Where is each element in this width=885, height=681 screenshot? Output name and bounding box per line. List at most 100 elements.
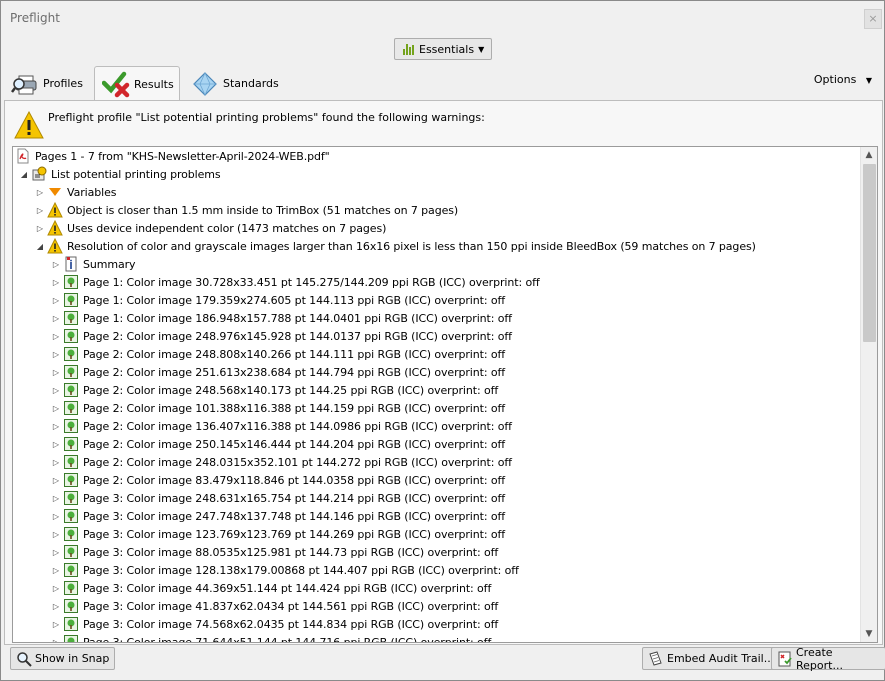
expand-icon[interactable]: ▷ [49,602,63,611]
expand-icon[interactable]: ▷ [49,494,63,503]
tree-image-row[interactable]: ▷ Page 3: Color image 74.568x62.0435 pt 1… [13,615,861,633]
collapse-icon[interactable]: ◢ [17,170,31,179]
tree-warning-item[interactable]: ▷ Object is closer than 1.5 mm inside to… [13,201,861,219]
warning-icon [14,111,44,139]
expand-icon[interactable]: ▷ [49,566,63,575]
document-stack-icon [649,650,662,666]
expand-icon[interactable]: ▷ [49,386,63,395]
tree-image-row[interactable]: ▷ Page 3: Color image 247.748x137.748 pt … [13,507,861,525]
tree-warning-label: Object is closer than 1.5 mm inside to T… [67,203,459,217]
tree-summary-label: Summary [83,257,136,271]
tree-image-row[interactable]: ▷ Page 1: Color image 179.359x274.605 pt … [13,291,861,309]
tab-profiles[interactable]: Profiles [11,66,83,101]
tree-image-row[interactable]: ▷ Page 2: Color image 248.568x140.173 pt … [13,381,861,399]
tree-image-row[interactable]: ▷ Page 3: Color image 248.631x165.754 pt … [13,489,861,507]
tree-image-row[interactable]: ▷ Page 2: Color image 250.145x146.444 pt … [13,435,861,453]
results-tree[interactable]: Pages 1 - 7 from "KHS-Newsletter-April-2… [12,146,878,643]
tree-image-row[interactable]: ▷ Page 3: Color image 88.0535x125.981 pt … [13,543,861,561]
expand-icon[interactable]: ▷ [49,548,63,557]
tree-summary[interactable]: ▷ Summary [13,255,861,273]
expand-icon[interactable]: ▷ [49,314,63,323]
expand-icon[interactable]: ▷ [33,224,47,233]
vertical-scrollbar[interactable]: ▲ ▼ [860,147,877,642]
tree-image-row[interactable]: ▷ Page 1: Color image 186.948x157.788 pt … [13,309,861,327]
warning-icon [47,220,63,236]
tree-image-label: Page 3: Color image 71.644x51.144 pt 144… [83,635,492,643]
tree-image-label: Page 3: Color image 88.0535x125.981 pt 1… [83,545,499,559]
close-button[interactable]: × [864,9,882,29]
essentials-dropdown[interactable]: Essentials ▼ [394,38,492,60]
collapse-icon[interactable]: ◢ [33,242,47,251]
tree-image-row[interactable]: ▷ Page 2: Color image 83.479x118.846 pt 1… [13,471,861,489]
tree-image-label: Page 2: Color image 136.407x116.388 pt 1… [83,419,512,433]
tree-image-row[interactable]: ▷ Page 2: Color image 251.613x238.684 pt … [13,363,861,381]
tree-image-row[interactable]: ▷ Page 2: Color image 248.0315x352.101 pt… [13,453,861,471]
expand-icon[interactable]: ▷ [49,350,63,359]
tab-standards[interactable]: Standards [191,66,279,101]
expand-icon[interactable]: ▷ [49,476,63,485]
create-report-button[interactable]: Create Report... [771,646,885,672]
image-icon [64,509,78,523]
report-icon [778,651,792,666]
tree-image-row[interactable]: ▷ Page 1: Color image 30.728x33.451 pt 14… [13,273,861,291]
tab-bar: Profiles Results Standards [1,64,885,101]
tree-image-label: Page 3: Color image 123.769x123.769 pt 1… [83,527,506,541]
tree-profile[interactable]: ◢ List potential printing problems [13,165,861,183]
image-icon [64,617,78,631]
image-icon [64,581,78,595]
tree-image-row[interactable]: ▷ Page 3: Color image 128.138x179.00868 p… [13,561,861,579]
expand-icon[interactable]: ▷ [49,530,63,539]
expand-icon[interactable]: ▷ [33,206,47,215]
image-icon [64,635,78,642]
options-label: Options [813,73,857,86]
tree-image-row[interactable]: ▷ Page 3: Color image 41.837x62.0434 pt 1… [13,597,861,615]
image-icon [64,419,78,433]
expand-icon[interactable]: ▷ [49,620,63,629]
scrollbar-thumb[interactable] [863,164,876,342]
tree-warning-label: Resolution of color and grayscale images… [67,239,756,253]
expand-icon[interactable]: ▷ [49,296,63,305]
tab-results[interactable]: Results [94,66,180,101]
options-menu[interactable]: Options ▼ [814,73,872,86]
tree-image-row[interactable]: ▷ Page 2: Color image 101.388x116.388 pt … [13,399,861,417]
tree-image-label: Page 3: Color image 44.369x51.144 pt 144… [83,581,492,595]
show-in-snap-button[interactable]: Show in Snap [10,647,116,670]
expand-icon[interactable]: ▷ [49,422,63,431]
diamond-icon [193,71,217,96]
tree-warning-item[interactable]: ◢ Resolution of color and grayscale imag… [13,237,861,255]
expand-icon[interactable]: ▷ [49,584,63,593]
tree-image-label: Page 3: Color image 248.631x165.754 pt 1… [83,491,506,505]
preflight-window: Preflight × Essentials ▼ Profiles Result… [0,0,885,681]
options-chevron-icon: ▼ [865,76,872,85]
profile-icon [32,166,47,181]
tree-warning-item[interactable]: ▷ Uses device independent color (1473 ma… [13,219,861,237]
image-icon [64,491,78,505]
image-icon [64,473,78,487]
embed-audit-trail-button[interactable]: Embed Audit Trail... [642,647,781,670]
image-icon [64,383,78,397]
results-panel: Preflight profile "List potential printi… [4,100,883,645]
tab-results-label: Results [134,77,174,91]
tree-image-row[interactable]: ▷ Page 3: Color image 44.369x51.144 pt 14… [13,579,861,597]
tree-image-row[interactable]: ▷ Page 2: Color image 248.808x140.266 pt … [13,345,861,363]
image-icon [64,545,78,559]
expand-icon[interactable]: ▷ [49,440,63,449]
tree-root[interactable]: Pages 1 - 7 from "KHS-Newsletter-April-2… [13,147,861,165]
expand-icon[interactable]: ▷ [49,260,63,269]
tree-image-row[interactable]: ▷ Page 3: Color image 123.769x123.769 pt … [13,525,861,543]
expand-icon[interactable]: ▷ [49,638,63,643]
tree-image-row[interactable]: ▷ Page 2: Color image 136.407x116.388 pt … [13,417,861,435]
expand-icon[interactable]: ▷ [49,368,63,377]
scroll-down-icon[interactable]: ▼ [861,626,877,642]
expand-icon[interactable]: ▷ [49,458,63,467]
expand-icon[interactable]: ▷ [49,404,63,413]
tree-variables[interactable]: ▷ Variables [13,183,861,201]
expand-icon[interactable]: ▷ [33,188,47,197]
expand-icon[interactable]: ▷ [49,332,63,341]
tree-image-row[interactable]: ▷ Page 2: Color image 248.976x145.928 pt … [13,327,861,345]
scroll-up-icon[interactable]: ▲ [861,147,877,163]
expand-icon[interactable]: ▷ [49,278,63,287]
chevron-down-icon: ▼ [478,44,485,54]
tree-image-row[interactable]: ▷ Page 3: Color image 71.644x51.144 pt 14… [13,633,861,643]
expand-icon[interactable]: ▷ [49,512,63,521]
